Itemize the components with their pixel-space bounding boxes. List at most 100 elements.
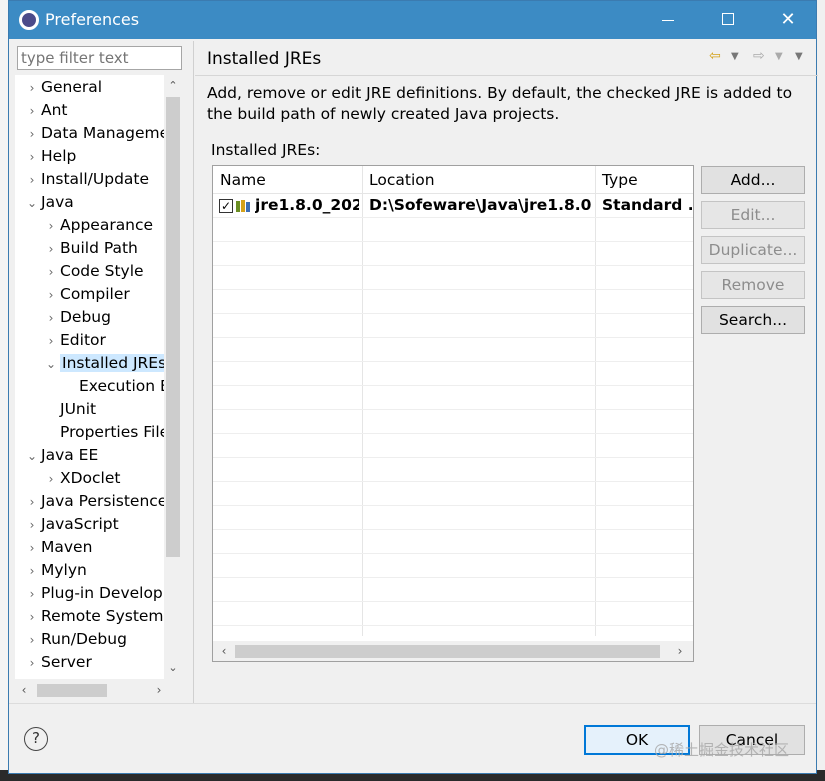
add-button[interactable]: Add... [701, 166, 805, 194]
chevron-right-icon[interactable]: › [23, 606, 41, 628]
tree-item[interactable]: › Mylyn [23, 559, 87, 581]
chevron-right-icon[interactable]: › [23, 583, 41, 605]
chevron-right-icon[interactable]: › [42, 215, 60, 237]
tree-item[interactable]: › Server [23, 651, 92, 673]
preferences-window: Preferences ✕ ›General›Ant›Data Manageme… [8, 0, 818, 774]
tree-item[interactable]: ⌄ Java EE [23, 444, 98, 466]
table-horizontal-scrollbar[interactable]: ‹ › [213, 641, 693, 661]
close-button[interactable]: ✕ [759, 1, 817, 39]
chevron-right-icon[interactable]: › [23, 629, 41, 651]
tree-item[interactable]: › Data Management [23, 122, 182, 144]
panel-divider[interactable] [193, 41, 194, 703]
chevron-right-icon[interactable]: › [23, 560, 41, 582]
title-bar[interactable]: Preferences ✕ [9, 1, 816, 39]
tree-item[interactable]: JUnit [42, 398, 96, 420]
tree-item-label: Data Management [41, 124, 182, 142]
scroll-up-icon[interactable]: ⌃ [164, 77, 182, 95]
scroll-left-icon[interactable]: ‹ [215, 641, 233, 661]
tree-item-label: Editor [60, 331, 106, 349]
tree-item[interactable]: ›Team [23, 674, 82, 679]
chevron-down-icon[interactable]: ⌄ [42, 353, 60, 375]
help-icon[interactable]: ? [24, 727, 48, 751]
chevron-right-icon[interactable]: › [23, 491, 41, 513]
tree-item-label: XDoclet [60, 469, 121, 487]
remove-button[interactable]: Remove [701, 271, 805, 299]
chevron-right-icon[interactable]: › [23, 146, 41, 168]
maximize-icon [722, 13, 734, 25]
tree-item[interactable]: › XDoclet [42, 467, 121, 490]
table-row[interactable]: ✓ jre1.8.0_202... D:\Sofeware\Java\jre1.… [213, 194, 693, 218]
scroll-right-icon[interactable]: › [671, 641, 689, 661]
duplicate-button[interactable]: Duplicate... [701, 236, 805, 264]
back-menu-icon[interactable]: ▼ [731, 51, 739, 62]
maximize-button[interactable] [699, 1, 757, 39]
tree-item[interactable]: › Build Path [42, 237, 138, 259]
watermark: @稀土掘金技术社区 [654, 741, 790, 759]
tree-item-label: Run/Debug [41, 630, 127, 648]
column-header-location[interactable]: Location [369, 171, 435, 189]
column-header-type[interactable]: Type [602, 171, 638, 189]
chevron-down-icon[interactable]: ⌄ [23, 445, 41, 467]
tree-item[interactable]: › Ant [23, 99, 68, 121]
empty-table-row [213, 314, 693, 338]
view-menu-icon[interactable]: ▼ [795, 51, 803, 62]
tree-item[interactable]: › Install/Update [23, 168, 149, 190]
forward-menu-icon[interactable]: ▼ [775, 51, 783, 62]
tree-item[interactable]: › Run/Debug [23, 628, 127, 650]
chevron-right-icon[interactable]: › [42, 330, 60, 352]
tree-item[interactable]: › Appearance [42, 214, 153, 236]
tree-item[interactable]: › Help [23, 145, 77, 168]
back-arrow-icon[interactable]: ⇦ [709, 48, 721, 64]
search-button[interactable]: Search... [701, 306, 805, 334]
column-header-name[interactable]: Name [220, 171, 266, 189]
tree-item[interactable]: › General [23, 76, 103, 99]
tree-item-label: JUnit [60, 400, 97, 418]
tree-item-label: Install/Update [41, 170, 150, 188]
minimize-button[interactable] [639, 1, 697, 39]
chevron-right-icon[interactable]: › [42, 238, 60, 260]
chevron-right-icon[interactable]: › [23, 77, 41, 99]
scroll-thumb[interactable] [235, 645, 660, 658]
tree-item[interactable]: › Code Style [42, 260, 144, 282]
chevron-right-icon[interactable]: › [23, 123, 41, 145]
tree-item[interactable]: ⌄ Java [23, 191, 74, 213]
chevron-right-icon[interactable]: › [23, 514, 41, 536]
chevron-right-icon[interactable]: › [23, 537, 41, 559]
empty-table-row [213, 266, 693, 290]
tree-item[interactable]: › Remote Systems [23, 605, 172, 627]
forward-arrow-icon[interactable]: ⇨ [753, 48, 765, 64]
chevron-right-icon[interactable]: › [23, 675, 41, 679]
empty-table-row [213, 554, 693, 578]
chevron-right-icon[interactable]: › [42, 261, 60, 283]
tree-item[interactable]: › Compiler [42, 283, 130, 305]
scroll-down-icon[interactable]: ⌄ [164, 659, 182, 677]
tree-vertical-scrollbar[interactable]: ⌃ ⌄ [164, 75, 182, 679]
scroll-thumb[interactable] [37, 684, 107, 697]
tree-item-label: Build Path [60, 239, 138, 257]
chevron-right-icon[interactable]: › [23, 100, 41, 122]
tree-item[interactable]: › Editor [42, 329, 106, 351]
tree-item[interactable]: › JavaScript [23, 513, 119, 535]
chevron-right-icon[interactable]: › [42, 284, 60, 306]
filter-input[interactable] [17, 46, 182, 70]
page-title: Installed JREs [207, 49, 322, 69]
jre-checkbox[interactable]: ✓ [219, 199, 233, 213]
chevron-right-icon[interactable]: › [42, 468, 60, 490]
tree-item[interactable]: Properties Files Editor [42, 421, 182, 443]
tree-item[interactable]: › Maven [23, 536, 93, 559]
scroll-thumb[interactable] [166, 97, 180, 557]
chevron-down-icon[interactable]: ⌄ [23, 192, 41, 214]
scroll-right-icon[interactable]: › [150, 681, 168, 699]
chevron-right-icon[interactable]: › [23, 169, 41, 191]
tree-horizontal-scrollbar[interactable]: ‹ › [15, 681, 182, 699]
tree-item[interactable]: › Java Persistence [23, 490, 168, 513]
edit-button[interactable]: Edit... [701, 201, 805, 229]
chevron-right-icon[interactable]: › [42, 307, 60, 329]
chevron-right-icon[interactable]: › [23, 652, 41, 674]
tree-item[interactable]: ⌄ Installed JREs [42, 352, 169, 375]
empty-table-row [213, 338, 693, 362]
tree-item[interactable]: › Debug [42, 306, 111, 328]
tree-item[interactable]: ›Plug-in Development [23, 582, 182, 604]
empty-table-row [213, 602, 693, 626]
scroll-left-icon[interactable]: ‹ [15, 681, 33, 699]
